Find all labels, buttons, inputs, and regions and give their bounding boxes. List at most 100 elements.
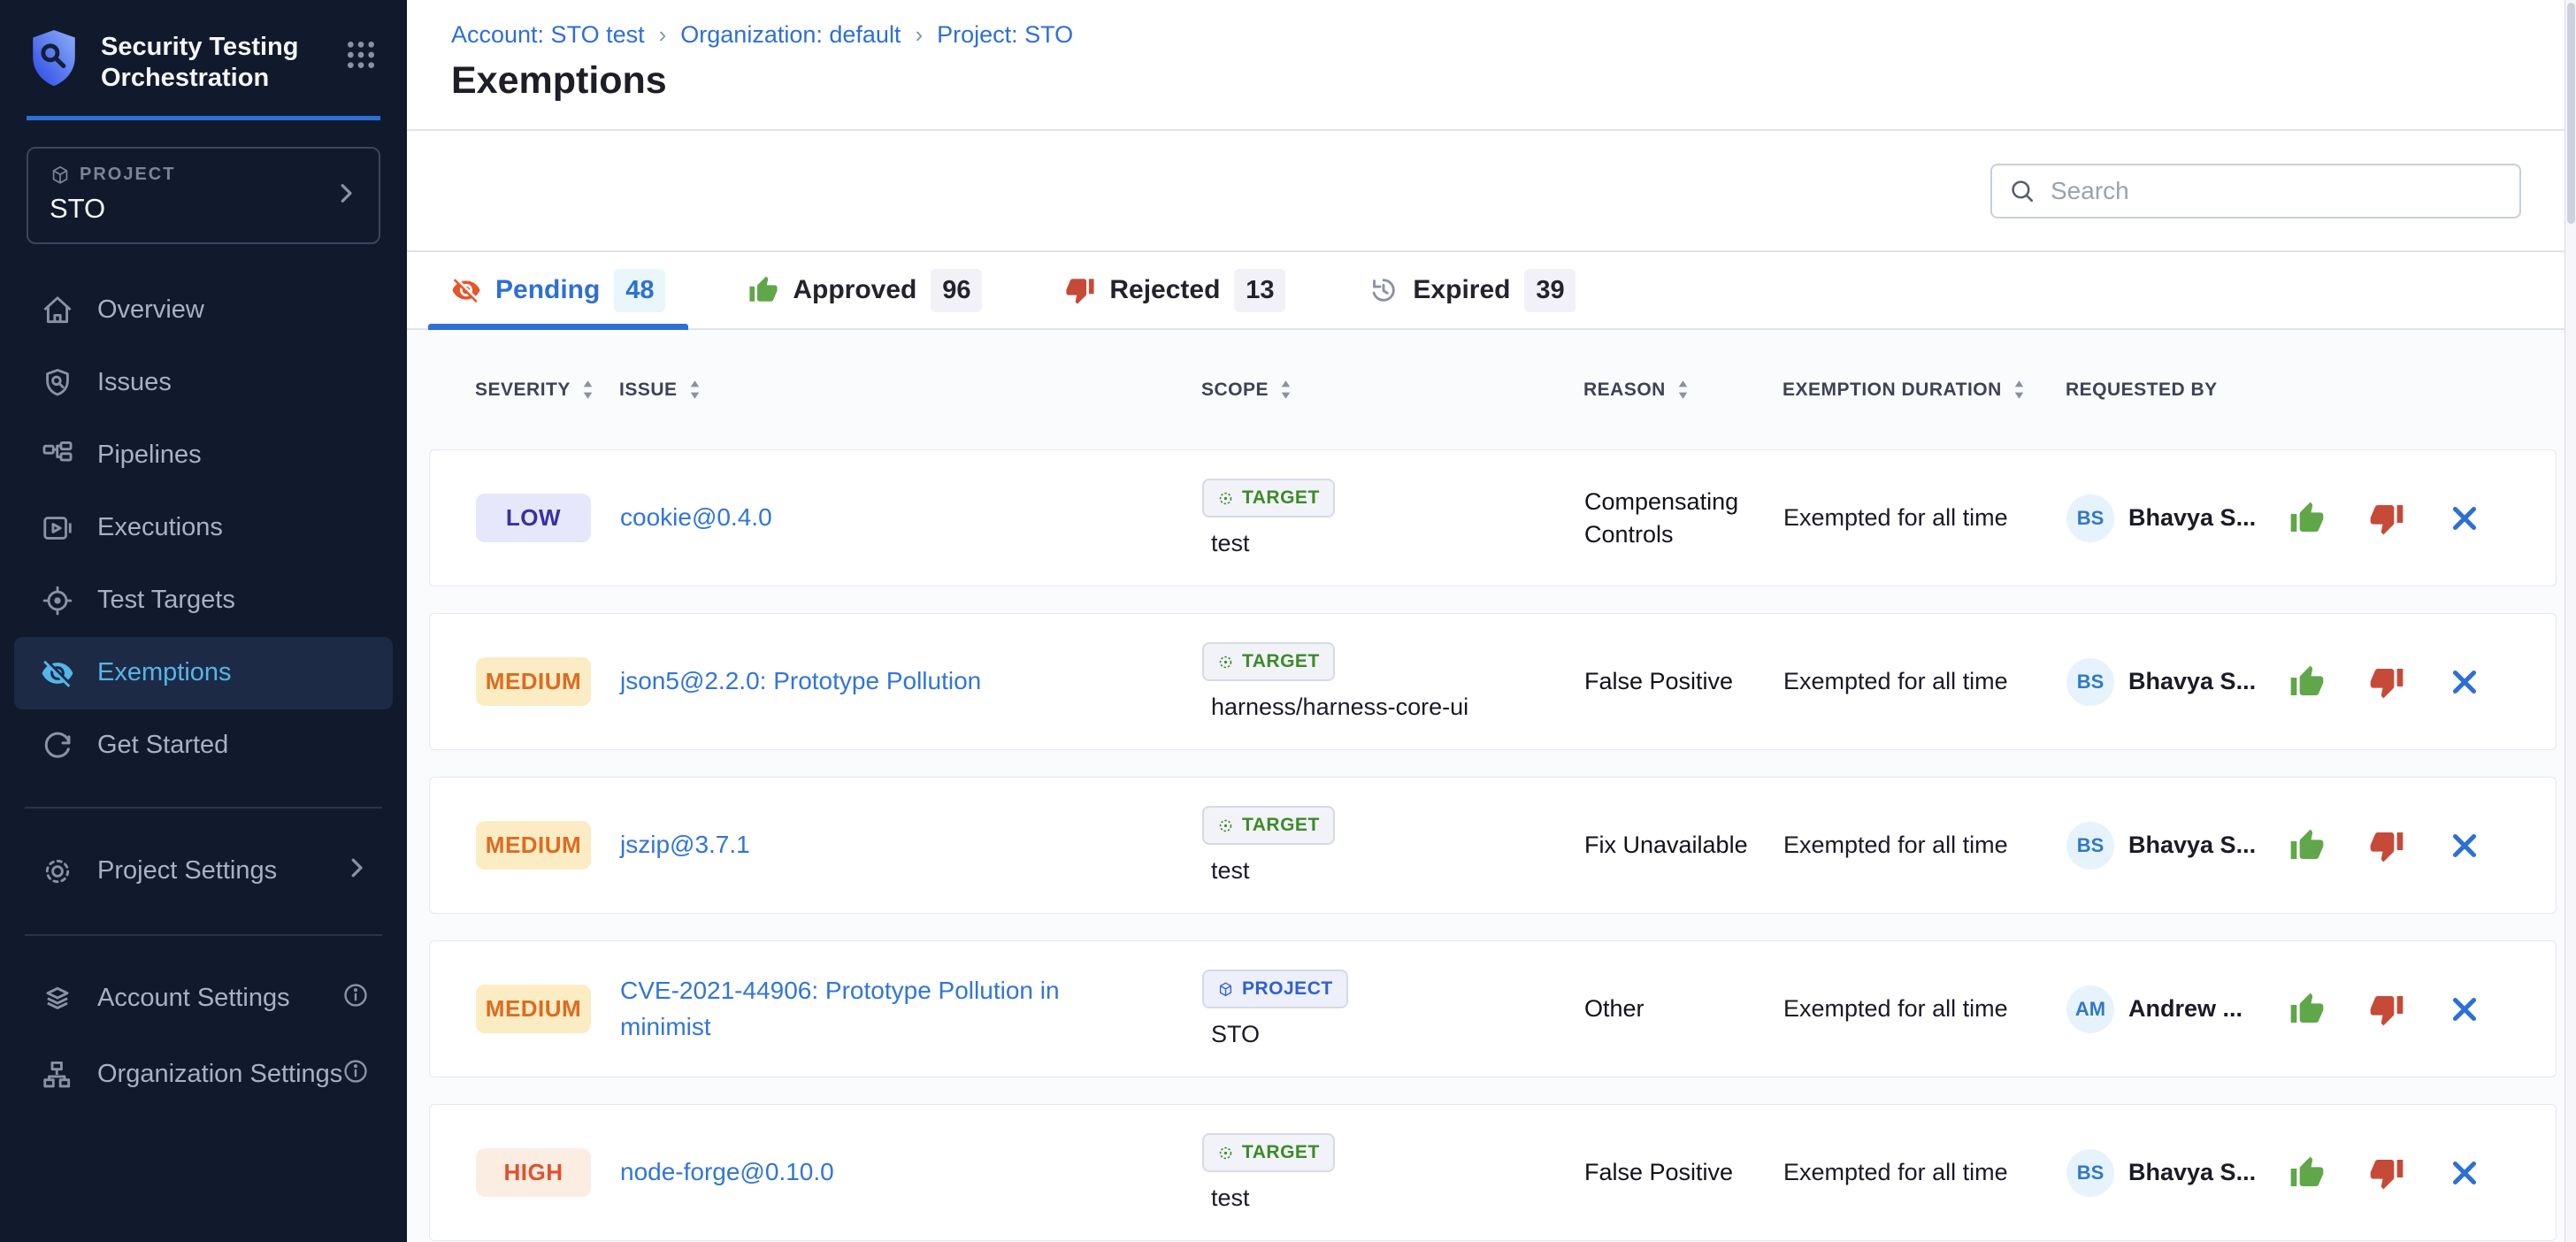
- tab-label: Pending: [495, 275, 600, 305]
- project-selector[interactable]: PROJECT STO: [27, 147, 380, 244]
- info-icon[interactable]: [341, 981, 370, 1016]
- approve-button[interactable]: [2289, 501, 2325, 536]
- approve-button[interactable]: [2289, 1155, 2325, 1191]
- requested-by-cell: BS Bhavya S...: [2066, 822, 2279, 870]
- search-input[interactable]: [2051, 177, 2503, 205]
- sidebar-item-account-settings[interactable]: Account Settings: [0, 961, 407, 1037]
- dismiss-button[interactable]: [2449, 502, 2480, 534]
- dismiss-button[interactable]: [2449, 666, 2480, 698]
- avatar: AM: [2066, 985, 2114, 1033]
- issue-link[interactable]: CVE-2021-44906: Prototype Pollution in m…: [620, 973, 1202, 1045]
- requester-name: Bhavya S...: [2128, 832, 2256, 859]
- cube-icon: [50, 165, 71, 186]
- sidebar-item-executions[interactable]: Executions: [0, 492, 407, 564]
- sidebar-nav: Overview Issues Pipelines Executions Tes…: [0, 274, 407, 782]
- reject-button[interactable]: [2369, 828, 2404, 863]
- sidebar-item-test-targets[interactable]: Test Targets: [0, 564, 407, 637]
- module-grid-icon[interactable]: [343, 27, 379, 77]
- table-header-row: SEVERITY ISSUE SCOPE REASON EXEMPTION DU…: [429, 330, 2557, 449]
- issue-link[interactable]: json5@2.2.0: Prototype Pollution: [620, 663, 1031, 700]
- sidebar-item-exemptions[interactable]: Exemptions: [14, 637, 393, 709]
- dismiss-button[interactable]: [2449, 993, 2480, 1025]
- reason-cell: False Positive: [1584, 665, 1783, 697]
- duration-cell: Exempted for all time: [1783, 995, 2066, 1023]
- duration-cell: Exempted for all time: [1783, 1159, 2066, 1186]
- dismiss-button[interactable]: [2449, 830, 2480, 862]
- sidebar-item-label: Overview: [97, 295, 204, 325]
- issue-link[interactable]: node-forge@0.10.0: [620, 1154, 884, 1191]
- scope-cell: TARGET test: [1202, 1133, 1584, 1212]
- issue-link[interactable]: jszip@3.7.1: [620, 827, 800, 863]
- sidebar-item-label: Get Started: [97, 731, 228, 760]
- tab-expired[interactable]: Expired 39: [1346, 252, 1598, 328]
- sidebar-item-organization-settings[interactable]: Organization Settings: [0, 1037, 407, 1113]
- breadcrumb-account[interactable]: Account: STO test: [451, 21, 645, 49]
- sidebar-item-issues[interactable]: Issues: [0, 347, 407, 419]
- eye-off-icon: [451, 275, 481, 305]
- approve-button[interactable]: [2289, 992, 2325, 1027]
- breadcrumb-project[interactable]: Project: STO: [937, 21, 1073, 49]
- approve-button[interactable]: [2289, 828, 2325, 863]
- sidebar-item-get-started[interactable]: Get Started: [0, 709, 407, 782]
- scope-chip: TARGET: [1202, 1133, 1335, 1172]
- table-row: MEDIUM CVE-2021-44906: Prototype Polluti…: [429, 940, 2557, 1077]
- scope-chip: PROJECT: [1202, 970, 1348, 1008]
- reject-button[interactable]: [2369, 501, 2404, 536]
- column-header-exemption-duration[interactable]: EXEMPTION DURATION: [1782, 379, 2066, 401]
- thumbs-down-icon: [2369, 664, 2404, 700]
- sort-icon: [581, 379, 594, 401]
- column-header-scope[interactable]: SCOPE: [1201, 379, 1583, 401]
- tab-approved[interactable]: Approved 96: [725, 252, 1005, 328]
- reject-button[interactable]: [2369, 1155, 2404, 1191]
- table-row: MEDIUM jszip@3.7.1 TARGET test Fix Unava…: [429, 777, 2557, 914]
- sort-icon: [1676, 379, 1690, 401]
- tab-count-badge: 39: [1524, 269, 1576, 312]
- tab-pending[interactable]: Pending 48: [428, 252, 688, 328]
- page-header: Account: STO test › Organization: defaul…: [407, 0, 2576, 131]
- duration-cell: Exempted for all time: [1783, 504, 2066, 532]
- approve-button[interactable]: [2289, 664, 2325, 700]
- requested-by-cell: BS Bhavya S...: [2066, 494, 2279, 542]
- column-header-severity[interactable]: SEVERITY: [475, 379, 619, 401]
- close-icon: [2449, 993, 2480, 1025]
- chevron-right-icon: [333, 180, 359, 211]
- tab-count-badge: 48: [614, 269, 665, 312]
- duration-cell: Exempted for all time: [1783, 668, 2066, 695]
- sto-logo-shield-icon: [27, 27, 81, 88]
- column-header-reason[interactable]: REASON: [1583, 379, 1782, 401]
- reject-button[interactable]: [2369, 992, 2404, 1027]
- tab-count-badge: 96: [931, 269, 982, 312]
- row-actions: [2279, 664, 2556, 700]
- column-header-issue[interactable]: ISSUE: [619, 379, 1201, 401]
- play-square-icon: [41, 511, 74, 545]
- scope-chip: TARGET: [1202, 642, 1335, 681]
- requested-by-cell: BS Bhavya S...: [2066, 1149, 2279, 1197]
- sidebar-item-pipelines[interactable]: Pipelines: [0, 419, 407, 492]
- status-tabs: Pending 48 Approved 96 Rejected 13 Expir…: [407, 252, 2576, 330]
- breadcrumb-organization[interactable]: Organization: default: [680, 21, 901, 49]
- search-box[interactable]: [1990, 164, 2521, 218]
- severity-badge: MEDIUM: [476, 985, 591, 1033]
- target-dot-icon: [1217, 817, 1234, 834]
- scrollbar-thumb[interactable]: [2567, 3, 2575, 224]
- severity-badge: LOW: [476, 494, 591, 542]
- scrollbar-track[interactable]: [2564, 0, 2576, 1242]
- avatar: BS: [2066, 822, 2114, 870]
- sidebar-item-label: Organization Settings: [97, 1060, 342, 1089]
- sidebar-item-project-settings[interactable]: Project Settings: [0, 833, 407, 909]
- avatar: BS: [2066, 494, 2114, 542]
- severity-badge: MEDIUM: [476, 821, 591, 870]
- thumbs-down-icon: [2369, 828, 2404, 863]
- info-icon[interactable]: [341, 1057, 370, 1092]
- sidebar-item-overview[interactable]: Overview: [0, 274, 407, 347]
- close-icon: [2449, 666, 2480, 698]
- breadcrumb-separator: ›: [659, 21, 667, 49]
- dismiss-button[interactable]: [2449, 1157, 2480, 1189]
- issue-link[interactable]: cookie@0.4.0: [620, 500, 822, 536]
- close-icon: [2449, 1157, 2480, 1189]
- page-title: Exemptions: [451, 59, 2576, 103]
- tab-rejected[interactable]: Rejected 13: [1042, 252, 1308, 328]
- table-row: MEDIUM json5@2.2.0: Prototype Pollution …: [429, 613, 2557, 750]
- tab-label: Approved: [793, 275, 916, 305]
- reject-button[interactable]: [2369, 664, 2404, 700]
